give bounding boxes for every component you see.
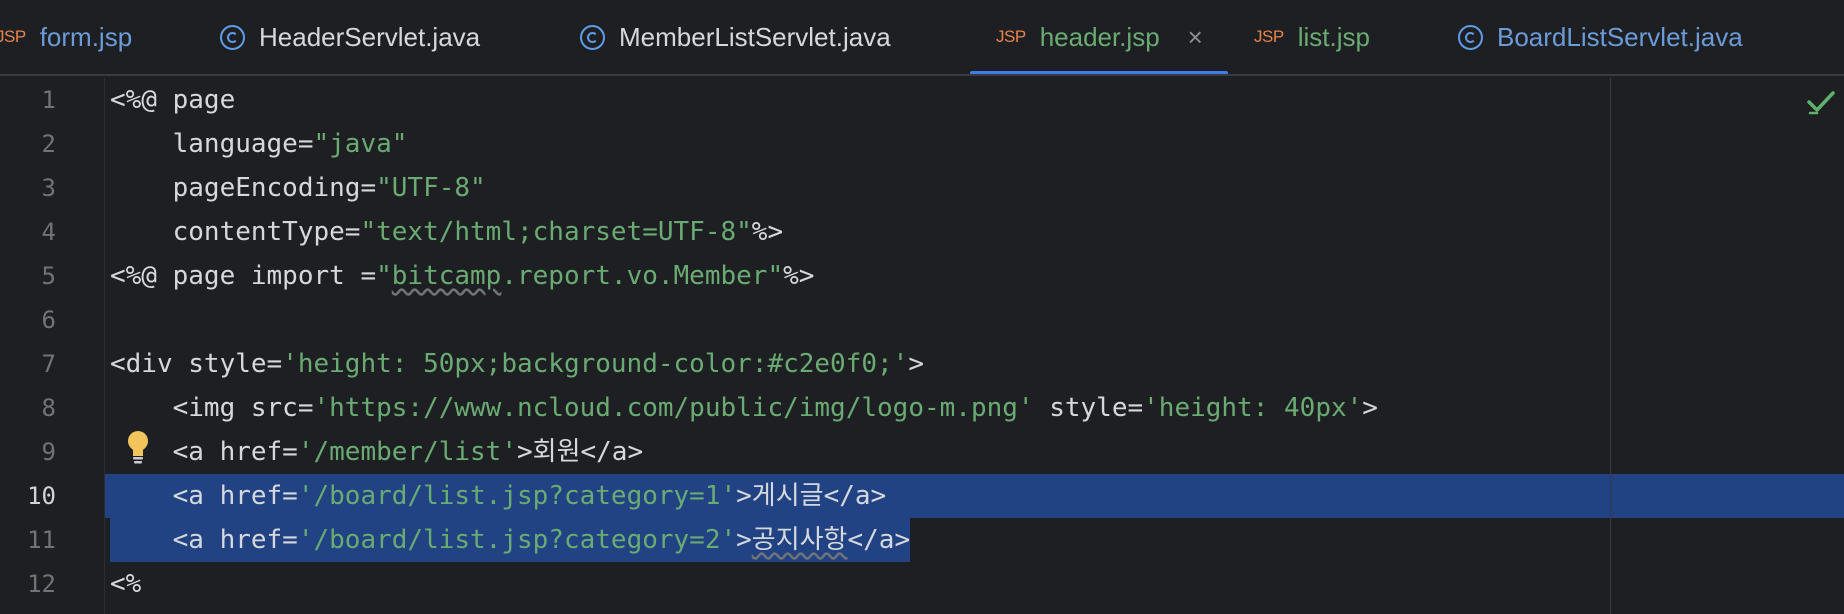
tab-member-list-servlet-java[interactable]: MemberListServlet.java bbox=[580, 0, 891, 74]
tab-label: form.jsp bbox=[39, 21, 133, 52]
java-class-icon bbox=[1458, 24, 1483, 50]
code-line[interactable]: pageEncoding="UTF-8" bbox=[110, 166, 486, 210]
code-line[interactable]: language="java" bbox=[110, 122, 408, 166]
line-number: 7 bbox=[41, 350, 56, 378]
code-token: <div style= bbox=[110, 349, 283, 379]
code-line[interactable]: contentType="text/html;charset=UTF-8"%> bbox=[110, 210, 784, 254]
code-token: '/board/list.jsp?category=1' bbox=[297, 481, 737, 511]
tab-label: list.jsp bbox=[1297, 21, 1370, 52]
tab-header-servlet-java[interactable]: HeaderServlet.java bbox=[220, 0, 480, 74]
code-token: 게시글 bbox=[751, 481, 824, 511]
code-token: <%@ page bbox=[110, 85, 236, 115]
line-number: 5 bbox=[41, 262, 56, 290]
code-token: language= bbox=[110, 129, 314, 159]
code-token: > bbox=[736, 481, 752, 511]
line-number-gutter[interactable]: 1 2 3 4 5 6 7 8 9 10 11 12 bbox=[0, 78, 105, 614]
code-token: > bbox=[736, 525, 752, 555]
right-margin-guide bbox=[1610, 78, 1611, 614]
code-token: bitcamp bbox=[391, 261, 502, 291]
code-line[interactable]: <a href='/board/list.jsp?category=1'>게시글… bbox=[110, 474, 887, 518]
code-token: .report.vo.Member" bbox=[501, 261, 784, 291]
code-token: <a href= bbox=[110, 525, 298, 555]
line-number: 4 bbox=[41, 218, 56, 246]
code-token: <img src= bbox=[110, 393, 314, 423]
code-token: > bbox=[908, 349, 924, 379]
code-line[interactable]: <%@ page bbox=[110, 78, 235, 122]
code-token: 'height: 50px;background-color:#c2e0f0;' bbox=[282, 349, 909, 379]
java-class-icon bbox=[580, 24, 605, 50]
code-token: <% bbox=[110, 569, 142, 599]
code-token: > bbox=[517, 437, 533, 467]
jsp-file-icon: JSP bbox=[0, 27, 26, 46]
code-line[interactable]: <% bbox=[110, 562, 141, 606]
code-line[interactable]: <img src='https://www.ncloud.com/public/… bbox=[110, 386, 1378, 430]
code-token: 회원 bbox=[532, 437, 581, 467]
code-line[interactable]: <%@ page import ="bitcamp.report.vo.Memb… bbox=[110, 254, 814, 298]
editor-tab-bar: JSP form.jsp HeaderServlet.java MemberLi… bbox=[0, 0, 1844, 76]
code-token: " bbox=[376, 261, 392, 291]
line-number: 2 bbox=[41, 130, 56, 158]
close-icon[interactable]: × bbox=[1188, 22, 1203, 53]
active-tab-indicator bbox=[970, 71, 1228, 74]
tab-form-jsp[interactable]: JSP form.jsp bbox=[0, 0, 132, 74]
line-number: 3 bbox=[41, 174, 56, 202]
code-token: 'https://www.ncloud.com/public/img/logo-… bbox=[313, 393, 1034, 423]
line-number: 10 bbox=[27, 482, 56, 510]
code-token: 'height: 40px' bbox=[1143, 393, 1363, 423]
code-token: pageEncoding= bbox=[110, 173, 377, 203]
tab-label: BoardListServlet.java bbox=[1497, 21, 1743, 52]
code-line[interactable]: <a href='/board/list.jsp?category=2'>공지사… bbox=[110, 518, 911, 562]
tab-label: header.jsp bbox=[1039, 21, 1160, 52]
code-token: > bbox=[1362, 393, 1378, 423]
code-line[interactable]: <a href='/member/list'>회원</a> bbox=[110, 430, 644, 474]
code-token: '/member/list' bbox=[297, 437, 517, 467]
tab-label: HeaderServlet.java bbox=[259, 21, 481, 52]
code-token: "UTF-8" bbox=[376, 173, 486, 203]
code-token: </a> bbox=[847, 525, 911, 555]
code-token: "text/html;charset=UTF-8" bbox=[360, 217, 752, 247]
code-line[interactable]: <div style='height: 50px;background-colo… bbox=[110, 342, 924, 386]
code-token: </a> bbox=[823, 481, 887, 511]
code-token: %> bbox=[783, 261, 815, 291]
code-token: %> bbox=[751, 217, 784, 247]
code-editor[interactable]: <%@ page language="java" pageEncoding="U… bbox=[105, 78, 1844, 614]
code-token: <a href= bbox=[110, 481, 298, 511]
tab-list-jsp[interactable]: JSP list.jsp bbox=[1254, 0, 1370, 74]
lightbulb-icon[interactable] bbox=[126, 430, 150, 464]
code-token: 공지사항 bbox=[751, 525, 848, 555]
line-number: 9 bbox=[41, 438, 56, 466]
tab-header-jsp[interactable]: JSP header.jsp × bbox=[996, 0, 1203, 74]
line-number: 12 bbox=[27, 570, 56, 598]
java-class-icon bbox=[220, 24, 245, 50]
tab-board-list-servlet-java[interactable]: BoardListServlet.java bbox=[1458, 0, 1743, 74]
line-number: 1 bbox=[41, 86, 56, 114]
line-number: 8 bbox=[41, 394, 56, 422]
code-token: "java" bbox=[313, 129, 408, 159]
jsp-file-icon: JSP bbox=[996, 27, 1026, 46]
jsp-file-icon: JSP bbox=[1254, 27, 1284, 46]
code-token: </a> bbox=[580, 437, 644, 467]
tab-label: MemberListServlet.java bbox=[619, 21, 891, 52]
code-token: '/board/list.jsp?category=2' bbox=[297, 525, 737, 555]
code-token: style= bbox=[1033, 393, 1144, 423]
code-token: <%@ page import = bbox=[110, 261, 377, 291]
code-token: contentType= bbox=[110, 217, 361, 247]
inspection-ok-icon[interactable] bbox=[1806, 88, 1836, 116]
line-number: 6 bbox=[41, 306, 56, 334]
line-number: 11 bbox=[27, 526, 56, 554]
